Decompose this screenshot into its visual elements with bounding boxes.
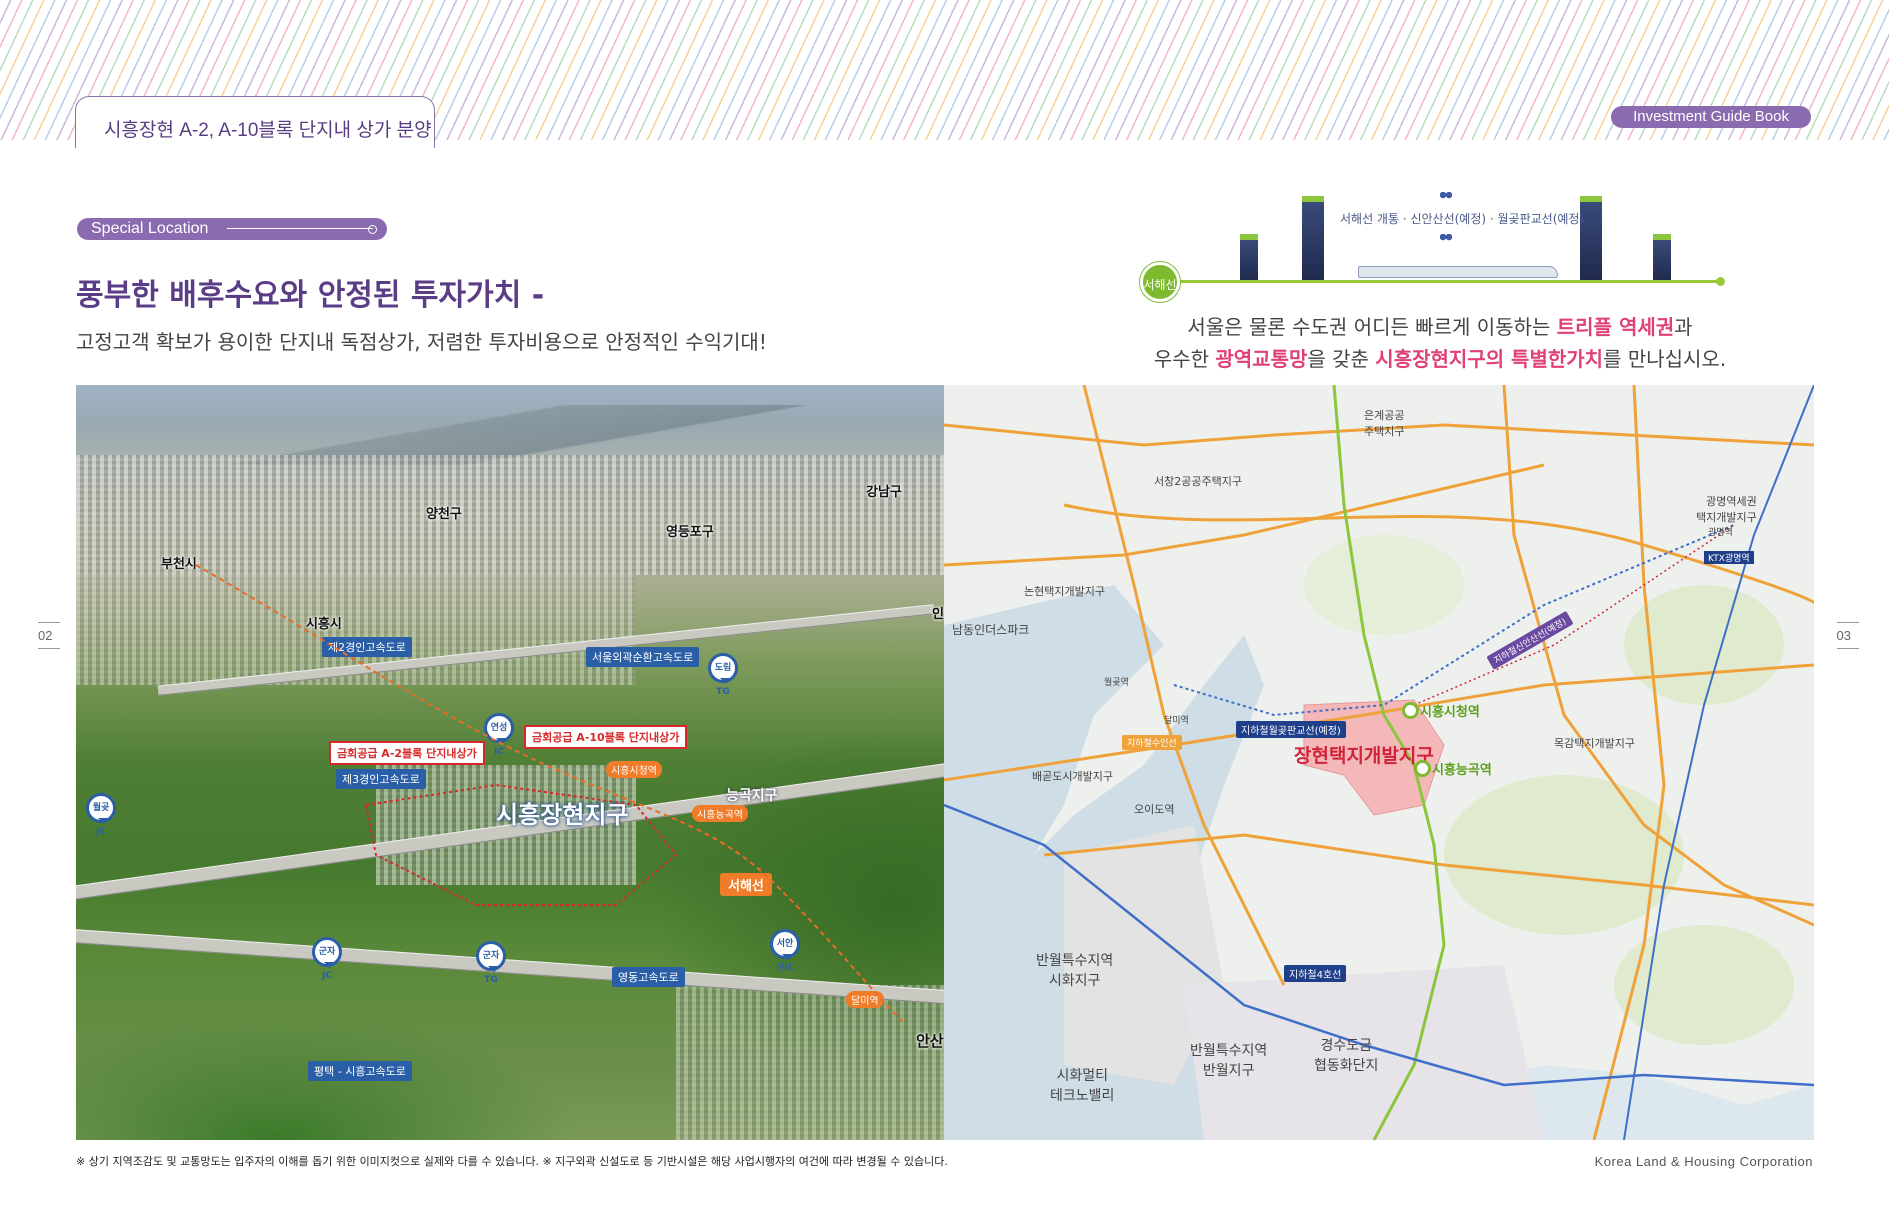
rail-caption: 서해선 개통 · 신안산선(예정) · 월곶판교선(예정) bbox=[1340, 212, 1585, 226]
map-label-nonhyeon: 논현택지개발지구 bbox=[1024, 585, 1105, 598]
tagline-line-2: 우수한 광역교통망을 갖춘 시흥장현지구의 특별한가치를 만나십시오. bbox=[1120, 343, 1760, 372]
seohae-line-route bbox=[195, 564, 907, 1026]
page-number-right: 03 bbox=[1836, 622, 1860, 649]
document-title-tab: 시흥장현 A-2, A-10블록 단지내 상가 분양 bbox=[75, 96, 435, 148]
quote-icon bbox=[1440, 234, 1452, 241]
map-label-ojido: 오이도역 bbox=[1134, 803, 1175, 816]
map-label-sihwa-mtv: 시화멀티 테크노밸리 bbox=[1050, 1068, 1115, 1104]
rail-line bbox=[1170, 277, 1725, 286]
map-label-wolgot: 월곶역 bbox=[1104, 678, 1129, 688]
map-label-gwangmyeong: 광명역세권 택지개발지구 bbox=[1696, 495, 1757, 524]
tagline-text: 우수한 bbox=[1153, 347, 1216, 371]
map-label-baegot: 배곧도시개발지구 bbox=[1032, 770, 1113, 783]
subheadline: 고정고객 확보가 용이한 단지내 독점상가, 저렴한 투자비용으로 안정적인 수… bbox=[76, 330, 767, 354]
transport-map: 은계공공 주택지구 서창2공공주택지구 논현택지개발지구 남동인더스파크 배곧도… bbox=[944, 385, 1814, 1140]
map-label-gwangmyeong-st: 광명역 bbox=[1708, 528, 1733, 538]
map-label-banwol: 반월특수지역 반월지구 bbox=[1190, 1043, 1268, 1079]
investment-guide-pill: Investment Guide Book bbox=[1611, 106, 1811, 128]
corporation-name: Korea Land & Housing Corporation bbox=[1594, 1154, 1813, 1169]
map-tag-suin: 지하철수인선 bbox=[1122, 735, 1182, 750]
footnote: ※ 상기 지역조감도 및 교통망도는 입주자의 이해를 돕기 위한 이미지컷으로… bbox=[76, 1155, 948, 1168]
tagline-text: 서울은 물론 수도권 어디든 빠르게 이동하는 bbox=[1187, 315, 1557, 339]
rail-badge: 서해선 bbox=[1140, 262, 1180, 302]
map-label-banwol-sihwa: 반월특수지역 시화지구 bbox=[1036, 953, 1114, 989]
tagline-highlight: 광역교통망 bbox=[1215, 347, 1308, 371]
map-label-seochang: 서창2공공주택지구 bbox=[1154, 475, 1242, 488]
map-tag-wolpan: 지하철월곶판교선(예정) bbox=[1236, 721, 1346, 738]
section-pill: Special Location bbox=[77, 218, 387, 240]
map-label-mokgam: 목감택지개발지구 bbox=[1554, 737, 1635, 750]
page-number-left: 02 bbox=[38, 622, 61, 649]
tagline-line-1: 서울은 물론 수도권 어디든 빠르게 이동하는 트리플 역세권과 bbox=[1120, 311, 1760, 340]
map-label-gyeongsu: 경수도금 협동화단지 bbox=[1314, 1038, 1379, 1074]
map-district-janghyeon: 장현택지개발지구 bbox=[1294, 745, 1434, 767]
map-label-namdong: 남동인더스파크 bbox=[952, 623, 1030, 637]
section-pill-label: Special Location bbox=[91, 220, 209, 237]
document-title: 시흥장현 A-2, A-10블록 단지내 상가 분양 bbox=[104, 120, 432, 141]
tower-icon bbox=[1302, 196, 1324, 280]
map-label-eunkye: 은계공공 주택지구 bbox=[1364, 409, 1405, 438]
aerial-view: 양천구 강남구 영등포구 부천시 시흥시 인 안산 제2경인고속도로 서울외곽순… bbox=[76, 385, 944, 1140]
rail-graphic: 서해선 개통 · 신안산선(예정) · 월곶판교선(예정) 서해선 bbox=[1140, 190, 1740, 302]
map-label-dalmi: 달미역 bbox=[1164, 716, 1189, 726]
tagline-highlight: 시흥장현지구의 특별한가치 bbox=[1375, 347, 1604, 371]
map-tag-line4: 지하철4호선 bbox=[1284, 965, 1347, 982]
tagline-text: 을 갖춘 bbox=[1307, 347, 1376, 371]
map-station-siheung-neunggok: 시흥능곡역 bbox=[1414, 759, 1492, 778]
quote-icon bbox=[1440, 192, 1452, 199]
tagline-text: 를 만나십시오. bbox=[1603, 347, 1727, 371]
tagline-text: 과 bbox=[1674, 315, 1693, 339]
tower-icon bbox=[1653, 234, 1671, 280]
tagline-highlight: 트리플 역세권 bbox=[1556, 315, 1675, 339]
map-label-ktx: KTX광명역 bbox=[1704, 551, 1754, 564]
tower-icon bbox=[1240, 234, 1258, 280]
train-icon bbox=[1358, 266, 1558, 278]
headline: 풍부한 배후수요와 안정된 투자가치 - bbox=[76, 278, 545, 313]
map-station-siheung-city: 시흥시청역 bbox=[1402, 701, 1480, 720]
